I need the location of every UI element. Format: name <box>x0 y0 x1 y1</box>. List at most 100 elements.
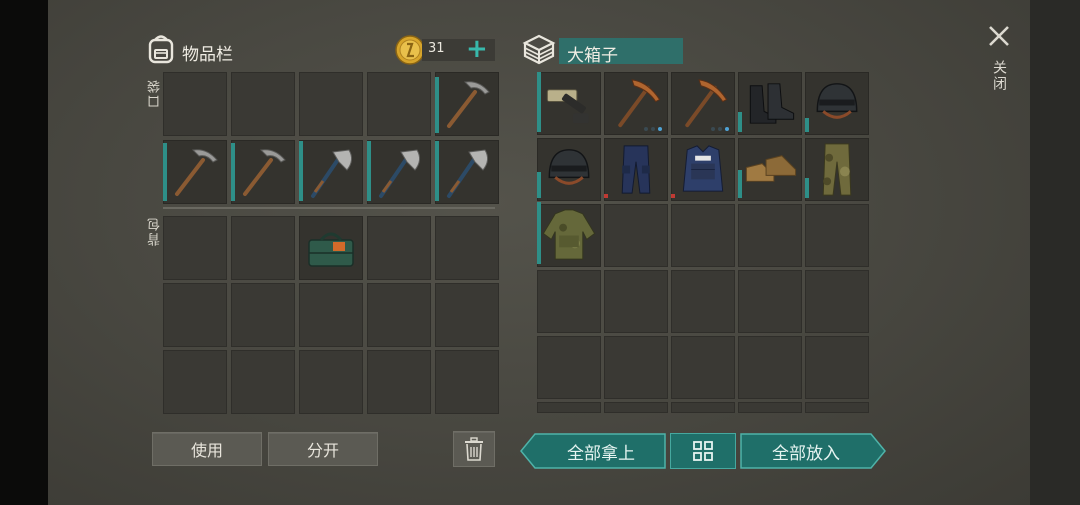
container-slot[interactable] <box>671 204 735 267</box>
container-slot[interactable] <box>805 402 869 413</box>
container-slot[interactable] <box>805 204 869 267</box>
pocket-grid <box>163 72 499 204</box>
quality-dots <box>711 127 729 131</box>
hatchet-icon <box>435 140 499 204</box>
container-slot[interactable] <box>537 270 601 333</box>
container-title: 大箱子 <box>567 46 618 66</box>
container-slot[interactable] <box>537 336 601 399</box>
shoes-icon <box>738 138 802 201</box>
backpack-slot[interactable] <box>231 216 295 280</box>
container-slot[interactable] <box>671 138 735 201</box>
split-button[interactable]: 分开 <box>268 432 378 466</box>
container-slot[interactable] <box>805 270 869 333</box>
pocket-slot[interactable] <box>231 140 295 204</box>
durability-bar <box>537 172 541 198</box>
sort-button[interactable] <box>670 433 736 469</box>
hatchet-icon <box>367 140 431 204</box>
container-slot[interactable] <box>671 402 735 413</box>
trash-button[interactable] <box>453 431 495 467</box>
container-slot[interactable] <box>671 270 735 333</box>
container-slot[interactable] <box>604 204 668 267</box>
boots-icon <box>738 72 802 135</box>
container-slot[interactable] <box>604 72 668 135</box>
container-slot[interactable] <box>738 138 802 201</box>
section-divider <box>163 207 495 209</box>
container-slot[interactable] <box>805 72 869 135</box>
pocket-slot[interactable] <box>163 72 227 136</box>
put-all-button[interactable]: 全部放入 <box>741 432 871 470</box>
durability-bar <box>299 141 303 201</box>
durability-bar <box>163 143 167 201</box>
inventory-title: 物品栏 <box>182 45 233 65</box>
durability-bar <box>671 194 675 198</box>
jacket-camo-icon <box>537 204 601 267</box>
helmet-icon <box>537 138 601 201</box>
pocket-slot[interactable] <box>367 140 431 204</box>
backpack-slot[interactable] <box>299 350 363 414</box>
rifle-parts-icon <box>537 72 601 135</box>
coin-count: 31 <box>428 41 445 56</box>
container-slot[interactable] <box>671 72 735 135</box>
backpack-slot[interactable] <box>435 350 499 414</box>
container-grid[interactable] <box>537 72 869 413</box>
durability-bar <box>805 118 809 132</box>
pocket-slot[interactable] <box>367 72 431 136</box>
container-slot[interactable] <box>537 402 601 413</box>
right-edge-strip <box>1030 0 1080 505</box>
backpack-slot[interactable] <box>163 350 227 414</box>
close-label[interactable]: 关闭 <box>989 60 1009 92</box>
close-icon[interactable] <box>987 24 1011 48</box>
backpack-grid <box>163 216 499 414</box>
backpack-slot[interactable] <box>435 283 499 347</box>
container-slot[interactable] <box>604 402 668 413</box>
quality-dots <box>644 127 662 131</box>
pocket-slot[interactable] <box>299 72 363 136</box>
pocket-slot[interactable] <box>435 72 499 136</box>
durability-bar <box>738 112 742 132</box>
backpack-slot[interactable] <box>435 216 499 280</box>
helmet-icon <box>805 72 869 135</box>
backpack-slot[interactable] <box>231 350 295 414</box>
container-slot[interactable] <box>738 204 802 267</box>
pocket-slot[interactable] <box>231 72 295 136</box>
pocket-slot[interactable] <box>299 140 363 204</box>
container-slot[interactable] <box>805 138 869 201</box>
container-slot[interactable] <box>738 336 802 399</box>
pocket-slot[interactable] <box>435 140 499 204</box>
container-slot[interactable] <box>537 138 601 201</box>
pickaxe-copper-icon <box>671 72 735 135</box>
coin-icon <box>395 35 425 65</box>
container-slot[interactable] <box>671 336 735 399</box>
use-button[interactable]: 使用 <box>152 432 262 466</box>
backpack-icon <box>146 32 176 64</box>
container-slot[interactable] <box>805 336 869 399</box>
durability-bar <box>805 178 809 198</box>
backpack-slot[interactable] <box>299 283 363 347</box>
durability-bar <box>435 141 439 201</box>
take-all-button[interactable]: 全部拿上 <box>537 432 665 470</box>
grid-sort-icon <box>693 441 713 461</box>
backpack-slot[interactable] <box>367 350 431 414</box>
backpack-slot[interactable] <box>299 216 363 280</box>
container-slot[interactable] <box>537 202 601 267</box>
container-slot[interactable] <box>604 270 668 333</box>
container-slot[interactable] <box>604 336 668 399</box>
durability-bar <box>537 202 541 264</box>
backpack-slot[interactable] <box>163 283 227 347</box>
pocket-slot[interactable] <box>163 140 227 204</box>
backpack-slot[interactable] <box>367 216 431 280</box>
hatchet-icon <box>299 140 363 204</box>
backpack-slot[interactable] <box>163 216 227 280</box>
container-slot[interactable] <box>738 402 802 413</box>
container-slot[interactable] <box>537 72 601 135</box>
durability-bar <box>537 72 541 132</box>
container-slot[interactable] <box>738 270 802 333</box>
container-slot[interactable] <box>738 72 802 135</box>
container-slot[interactable] <box>604 138 668 201</box>
backpack-slot[interactable] <box>367 283 431 347</box>
crate-icon <box>521 31 557 67</box>
add-coins-button[interactable]: + <box>466 36 488 62</box>
durability-bar <box>604 194 608 198</box>
backpack-slot[interactable] <box>231 283 295 347</box>
durability-bar <box>367 141 371 201</box>
